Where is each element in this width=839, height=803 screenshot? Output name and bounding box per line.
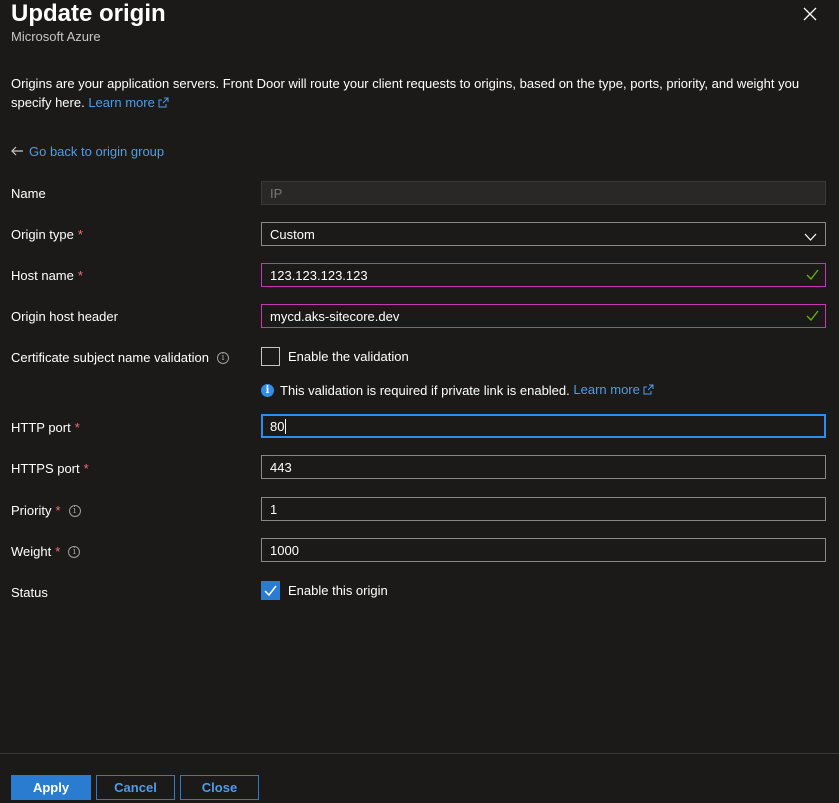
validation-note: i This validation is required if private… [261,382,654,398]
footer-divider [0,753,839,754]
http-port-label: HTTP port * [11,420,80,435]
status-label: Status [11,585,48,600]
apply-button[interactable]: Apply [11,775,91,800]
weight-label: Weight * i [11,544,81,559]
origin-host-header-label: Origin host header [11,309,118,324]
enable-validation-label[interactable]: Enable the validation [288,349,409,364]
text-cursor [285,418,287,434]
external-link-icon [643,383,654,398]
https-port-label: HTTPS port * [11,461,89,476]
back-link-label[interactable]: Go back to origin group [29,144,164,159]
checkmark-icon [806,268,819,284]
required-indicator: * [77,268,83,283]
origin-type-select[interactable]: Custom [261,222,826,246]
origin-host-header-input[interactable]: mycd.aks-sitecore.dev [261,304,826,328]
cancel-button[interactable]: Cancel [96,775,175,800]
back-to-origin-group-link[interactable]: Go back to origin group [11,143,164,159]
enable-origin-checkbox[interactable] [261,581,280,600]
close-button[interactable]: Close [180,775,259,800]
arrow-left-icon [11,143,24,159]
validation-learn-more-link[interactable]: Learn more [573,382,654,398]
learn-more-link[interactable]: Learn more [88,94,169,113]
host-name-label: Host name * [11,268,83,283]
external-link-icon [158,94,169,113]
page-subtitle: Microsoft Azure [11,29,101,44]
https-port-input[interactable]: 443 [261,455,826,479]
priority-input[interactable]: 1 [261,497,826,521]
chevron-down-icon [804,229,817,244]
weight-input[interactable]: 1000 [261,538,826,562]
required-indicator: * [74,420,80,435]
checkmark-icon [264,585,277,597]
http-port-input[interactable]: 80 [261,414,826,438]
description: Origins are your application servers. Fr… [11,74,821,113]
name-label: Name [11,186,46,201]
name-input: IP [261,181,826,205]
required-indicator: * [83,461,89,476]
priority-label: Priority * i [11,503,81,518]
required-indicator: * [55,544,61,559]
page-title: Update origin [11,0,166,27]
info-icon[interactable]: i [68,504,81,517]
required-indicator: * [77,227,83,242]
enable-origin-label[interactable]: Enable this origin [288,583,388,598]
checkmark-icon [806,309,819,325]
info-icon[interactable]: i [68,545,81,558]
cert-validation-label: Certificate subject name validation i [11,350,229,365]
required-indicator: * [55,503,61,518]
origin-type-label: Origin type * [11,227,83,242]
enable-validation-checkbox[interactable] [261,347,280,366]
info-filled-icon: i [261,383,274,397]
host-name-input[interactable]: 123.123.123.123 [261,263,826,287]
info-icon[interactable]: i [217,351,229,364]
close-icon[interactable] [800,4,820,24]
